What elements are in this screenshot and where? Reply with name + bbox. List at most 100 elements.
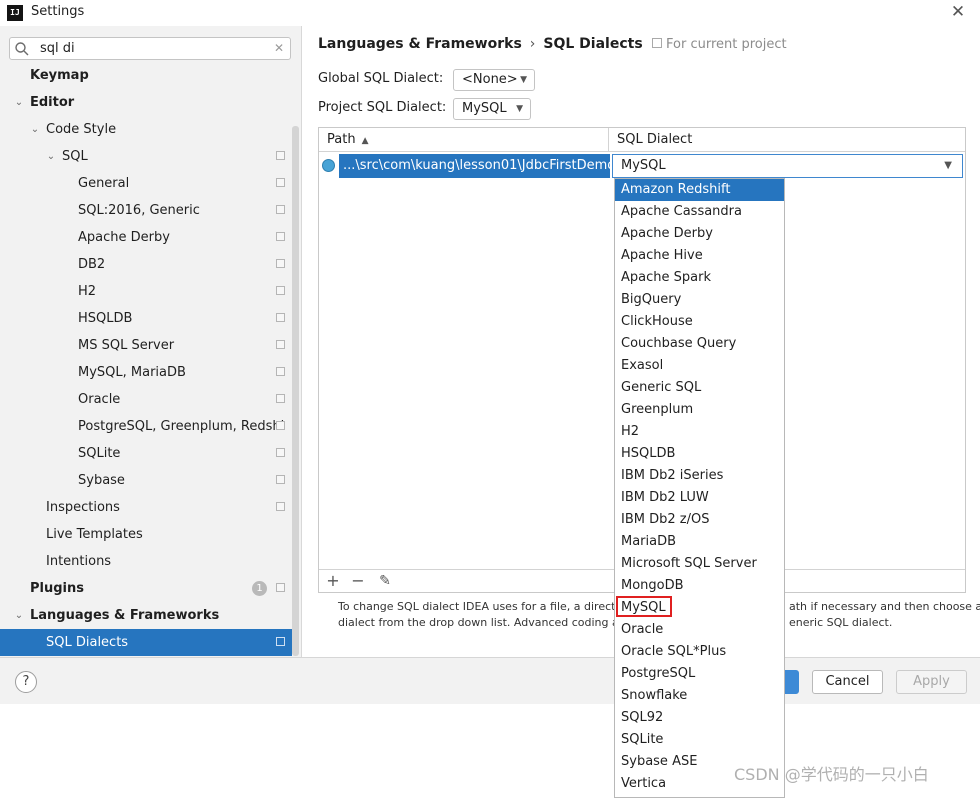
sidebar-item-ms-sql-server[interactable]: MS SQL Server [0,332,292,359]
dropdown-option[interactable]: PostgreSQL [615,663,784,685]
dropdown-option[interactable]: IBM Db2 LUW [615,487,784,509]
project-dialect-select[interactable]: MySQL ▼ [453,98,531,120]
chevron-down-icon[interactable]: ⌄ [45,143,57,170]
dropdown-option[interactable]: Exasol [615,355,784,377]
sidebar-item-general[interactable]: General [0,170,292,197]
project-scope-icon [276,286,285,295]
table-row-dialect-value: MySQL [621,158,666,173]
project-scope-icon [276,232,285,241]
sidebar-item-sql2016[interactable]: SQL:2016, Generic [0,197,292,224]
dropdown-option[interactable]: Greenplum [615,399,784,421]
sidebar-item-label: General [78,176,130,191]
breadcrumb-item[interactable]: Languages & Frameworks [318,36,522,52]
breadcrumb: Languages & Frameworks › SQL Dialects [318,36,643,52]
project-scope-icon [276,637,285,646]
table-row-path[interactable]: ...\src\com\kuang\lesson01\JdbcFirstDemo [339,154,610,178]
project-dialect-value: MySQL [462,101,507,116]
clear-search-icon[interactable]: ✕ [274,41,284,55]
dropdown-option[interactable]: IBM Db2 z/OS [615,509,784,531]
dropdown-option[interactable]: Couchbase Query [615,333,784,355]
search-input[interactable]: sql di ✕ [9,37,291,60]
sidebar-item-label: SQLite [78,446,121,461]
sidebar-item-hsqldb[interactable]: HSQLDB [0,305,292,332]
edit-icon[interactable]: ✎ [375,571,395,591]
scope-label: For current project [652,37,787,52]
global-dialect-label: Global SQL Dialect: [318,71,444,86]
sidebar-item-h2[interactable]: H2 [0,278,292,305]
dropdown-option[interactable]: Apache Hive [615,245,784,267]
dropdown-option[interactable]: MongoDB [615,575,784,597]
sidebar-item-db2[interactable]: DB2 [0,251,292,278]
table-row-dialect-select[interactable]: MySQL ▼ [612,154,963,178]
project-scope-icon [276,259,285,268]
apply-button[interactable]: Apply [896,670,967,694]
sidebar-item-live-templates[interactable]: Live Templates [0,521,292,548]
sidebar-item-sql[interactable]: ⌄ SQL [0,143,292,170]
java-class-icon [322,159,335,172]
dropdown-option[interactable]: Snowflake [615,685,784,707]
sidebar-item-sqlite[interactable]: SQLite [0,440,292,467]
sidebar-item-apache-derby[interactable]: Apache Derby [0,224,292,251]
dropdown-option[interactable]: MariaDB [615,531,784,553]
sidebar-item-intentions[interactable]: Intentions [0,548,292,575]
dropdown-option[interactable]: Apache Derby [615,223,784,245]
chevron-down-icon[interactable]: ⌄ [13,89,25,116]
scope-text: For current project [666,37,787,52]
dialog-footer: ? Cancel Apply [0,657,980,704]
dropdown-option[interactable]: SQL92 [615,707,784,729]
project-dialect-label: Project SQL Dialect: [318,100,447,115]
breadcrumb-item: SQL Dialects [543,36,643,52]
dropdown-option[interactable]: Apache Spark [615,267,784,289]
dropdown-option[interactable]: H2 [615,421,784,443]
sidebar-item-inspections[interactable]: Inspections [0,494,292,521]
dropdown-option[interactable]: Amazon Redshift [615,179,784,201]
chevron-down-icon[interactable]: ⌄ [29,116,41,143]
dropdown-option[interactable]: Oracle [615,619,784,641]
sidebar-item-oracle[interactable]: Oracle [0,386,292,413]
global-dialect-value: <None> [462,72,518,87]
dialect-dropdown-list[interactable]: Amazon Redshift Apache Cassandra Apache … [614,178,785,798]
dropdown-option[interactable]: HSQLDB [615,443,784,465]
sidebar-item-label: Inspections [46,500,120,515]
dropdown-option[interactable]: IBM Db2 iSeries [615,465,784,487]
description-line-1-right: ath if necessary and then choose a [789,600,980,613]
sidebar-item-sybase[interactable]: Sybase [0,467,292,494]
dropdown-option[interactable]: BigQuery [615,289,784,311]
sidebar-item-plugins[interactable]: Plugins 1 [0,575,292,602]
chevron-down-icon[interactable]: ⌄ [13,602,25,629]
sort-ascending-icon: ▲ [361,136,369,146]
close-icon[interactable]: ✕ [948,2,968,22]
dropdown-option[interactable]: Generic SQL [615,377,784,399]
cancel-button[interactable]: Cancel [812,670,883,694]
title-bar: IJ Settings ✕ [0,0,980,26]
sidebar-item-label: MS SQL Server [78,338,175,353]
dropdown-option[interactable]: ClickHouse [615,311,784,333]
sidebar-item-code-style[interactable]: ⌄ Code Style [0,116,292,143]
project-scope-icon [276,340,285,349]
description-line-2-left: dialect from the drop down list. Advance… [338,616,634,629]
sidebar-item-languages-frameworks[interactable]: ⌄ Languages & Frameworks [0,602,292,629]
column-header-path[interactable]: Path ▲ [319,128,609,152]
global-dialect-select[interactable]: <None> ▼ [453,69,535,91]
column-header-dialect[interactable]: SQL Dialect [609,128,965,152]
remove-icon[interactable]: − [348,571,368,591]
add-icon[interactable]: + [323,571,343,591]
sidebar-item-label: Editor [30,95,75,110]
search-value: sql di [40,41,75,56]
dropdown-option[interactable]: Oracle SQL*Plus [615,641,784,663]
dropdown-option[interactable]: SQLite [615,729,784,751]
sidebar-item-label: PostgreSQL, Greenplum, Redshi [78,419,285,434]
sidebar-item-keymap[interactable]: Keymap [0,62,292,89]
dropdown-option[interactable]: Apache Cassandra [615,201,784,223]
sidebar-scrollbar[interactable] [292,126,299,656]
intellij-app-icon: IJ [7,5,23,21]
sidebar-item-sql-dialects[interactable]: SQL Dialects [0,629,292,656]
help-button[interactable]: ? [15,671,37,693]
description-line-2-right: eneric SQL dialect. [789,616,893,629]
dropdown-option[interactable]: Microsoft SQL Server [615,553,784,575]
sidebar-item-postgresql[interactable]: PostgreSQL, Greenplum, Redshi [0,413,292,440]
dropdown-arrow-icon: ▼ [516,104,523,114]
project-scope-icon [276,205,285,214]
sidebar-item-editor[interactable]: ⌄ Editor [0,89,292,116]
sidebar-item-mysql-mariadb[interactable]: MySQL, MariaDB [0,359,292,386]
